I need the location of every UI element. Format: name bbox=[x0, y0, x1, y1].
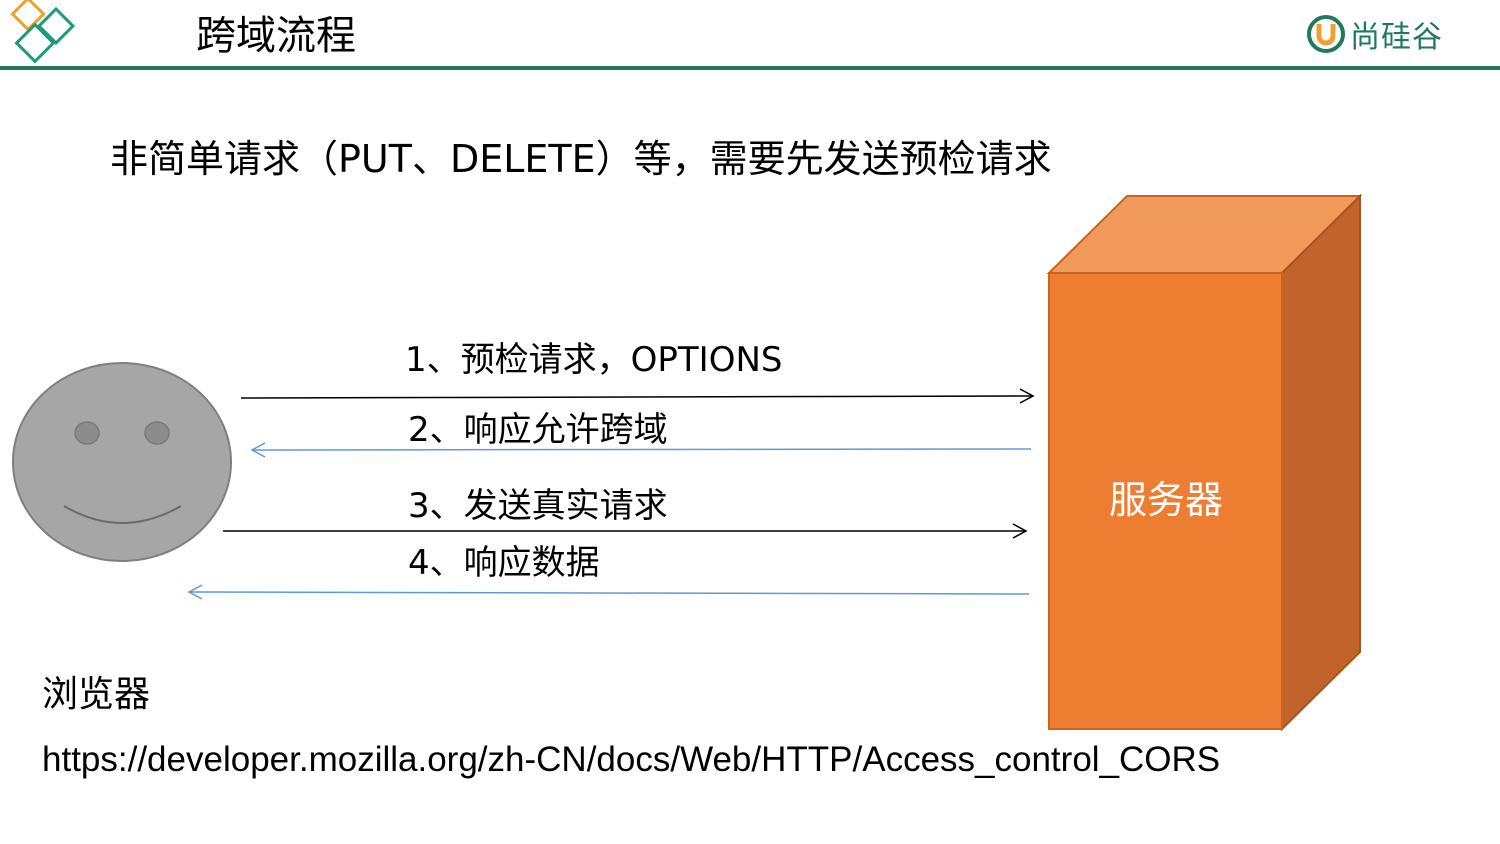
server-box bbox=[1046, 193, 1363, 732]
arrow-step-1 bbox=[240, 388, 1035, 404]
server-label: 服务器 bbox=[1108, 478, 1223, 522]
cors-flow-diagram bbox=[12, 193, 1363, 732]
step-label-1: 1、预检请求，OPTIONS bbox=[405, 340, 783, 380]
step-label-2: 2、响应允许跨域 bbox=[408, 410, 668, 450]
browser-label: 浏览器 bbox=[42, 674, 151, 715]
reference-link[interactable]: https://developer.mozilla.org/zh-CN/docs… bbox=[42, 735, 1220, 785]
smiley-face-icon bbox=[12, 362, 232, 562]
step-label-3: 3、发送真实请求 bbox=[408, 486, 668, 526]
arrow-step-4 bbox=[187, 584, 1030, 600]
step-label-4: 4、响应数据 bbox=[408, 543, 600, 583]
